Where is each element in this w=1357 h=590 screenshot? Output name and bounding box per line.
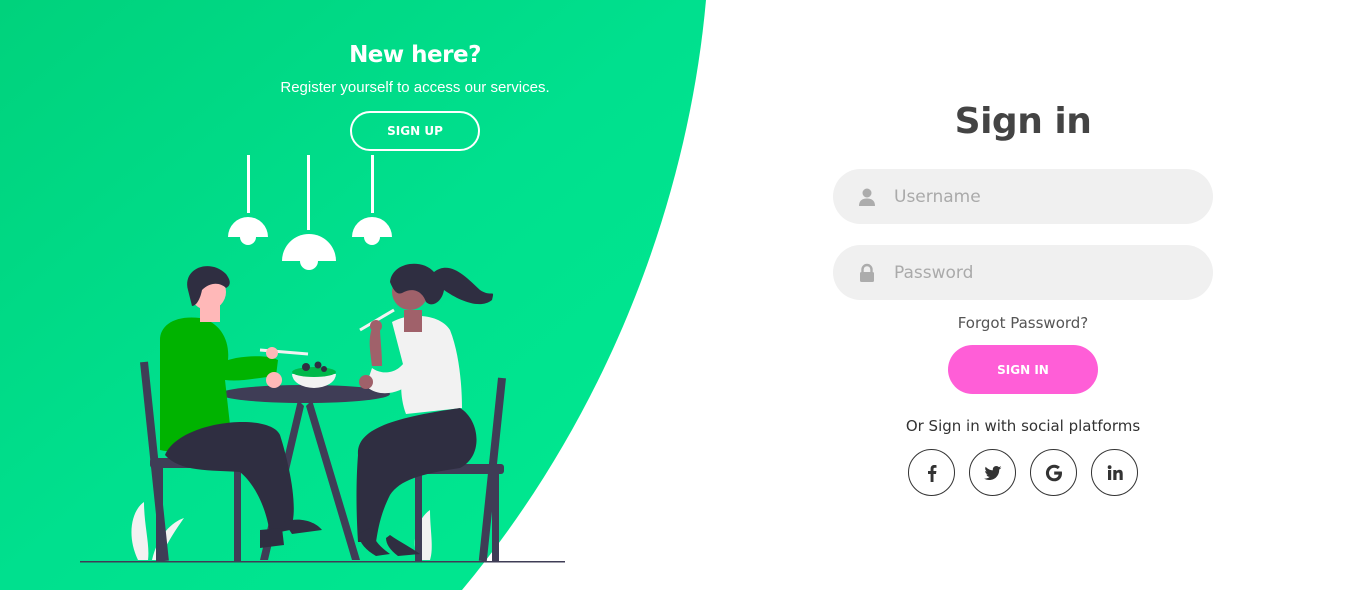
username-input[interactable]	[894, 169, 1194, 224]
twitter-icon	[983, 465, 1001, 480]
user-icon	[859, 188, 875, 206]
panel-description: Register yourself to access our services…	[280, 79, 550, 96]
form-title: Sign in	[954, 101, 1092, 142]
lock-icon	[860, 263, 874, 282]
lamp-left	[228, 155, 268, 245]
sign-in-form: Sign in Forgot Password? SIGN IN Or Sign…	[833, 96, 1213, 496]
username-field	[833, 169, 1213, 224]
linkedin-icon	[1107, 464, 1123, 480]
password-field	[833, 245, 1213, 300]
social-signin-text: Or Sign in with social platforms	[905, 417, 1141, 435]
social-media-row	[833, 449, 1213, 496]
password-input[interactable]	[894, 245, 1194, 300]
lamp-right	[352, 155, 392, 245]
left-panel-content: New here? Register yourself to access ou…	[230, 38, 600, 151]
google-button[interactable]	[1030, 449, 1077, 496]
dining-couple-illustration	[80, 155, 565, 563]
facebook-button[interactable]	[908, 449, 955, 496]
google-icon	[1045, 464, 1062, 481]
linkedin-button[interactable]	[1091, 449, 1138, 496]
twitter-button[interactable]	[969, 449, 1016, 496]
sign-in-button[interactable]: SIGN IN	[948, 345, 1098, 394]
facebook-icon	[927, 464, 936, 482]
lamp-middle	[282, 155, 336, 270]
panel-title: New here?	[349, 42, 481, 68]
sign-up-button[interactable]: SIGN UP	[350, 111, 480, 151]
forgot-password-link[interactable]: Forgot Password?	[833, 313, 1213, 333]
woman-figure	[356, 263, 494, 556]
